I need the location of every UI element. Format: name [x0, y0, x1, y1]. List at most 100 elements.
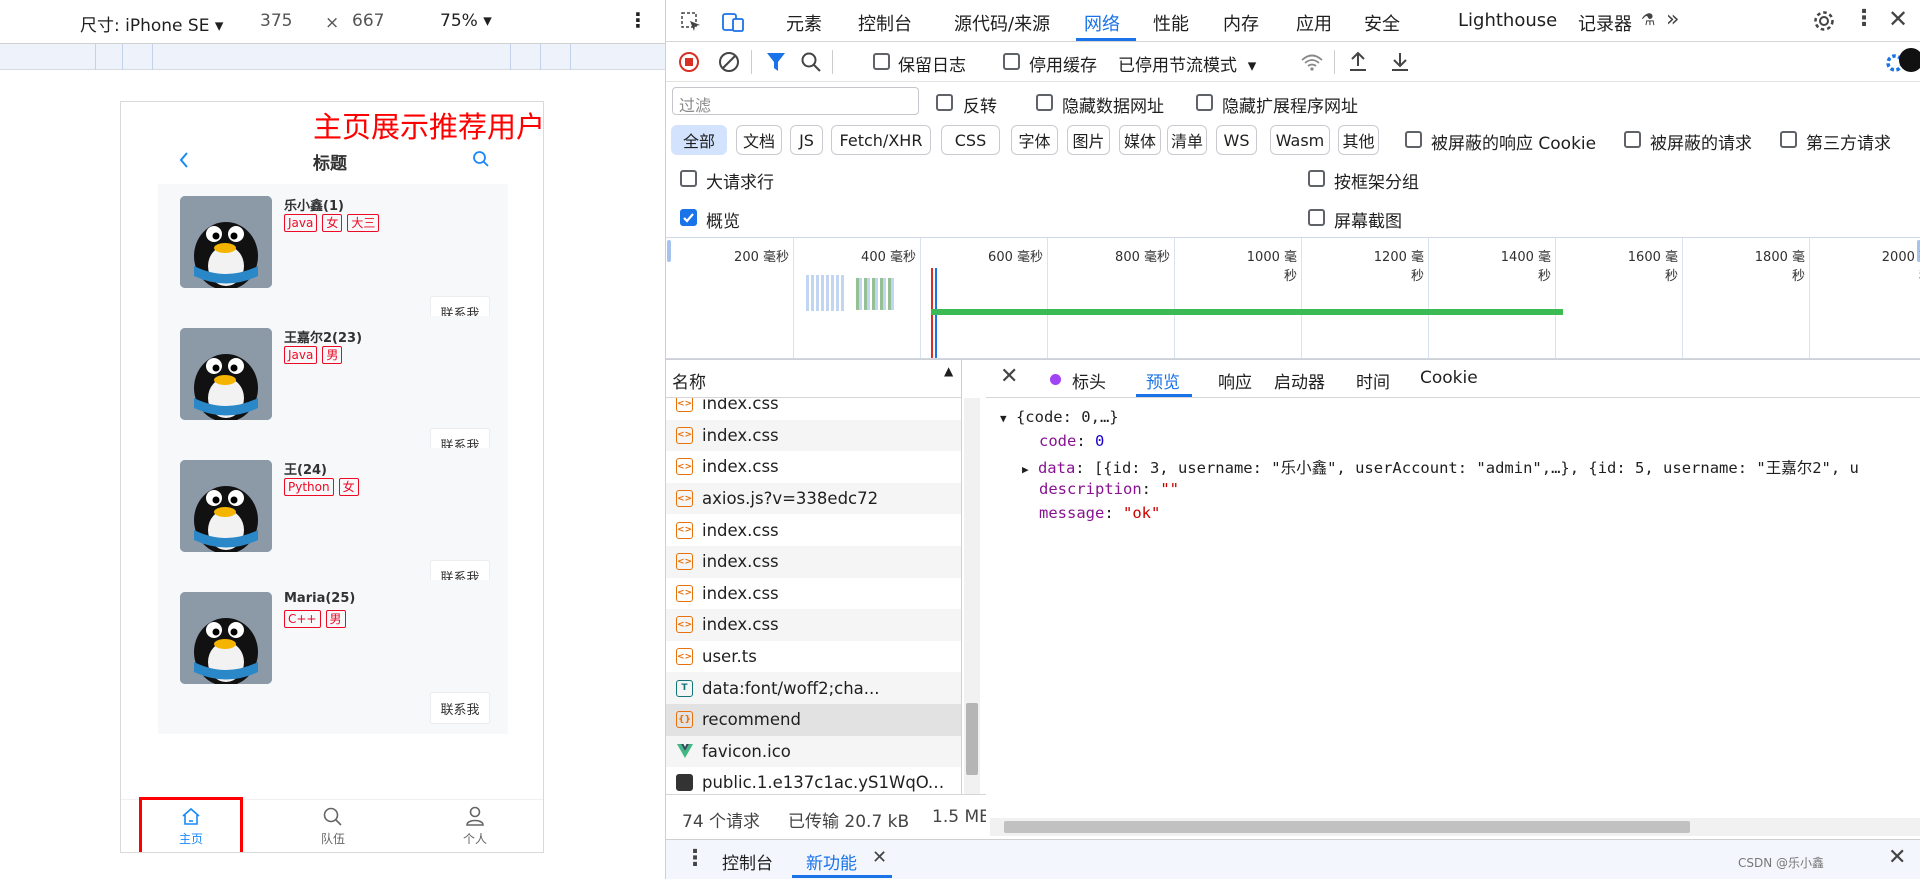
detail-tab[interactable]: 标头	[1072, 368, 1106, 393]
import-har-icon[interactable]	[1348, 50, 1368, 72]
phone-screen: 标题 主页展示推荐用户 乐小鑫(1) Java 女大三 联系我 王嘉尔2(23) Java…	[120, 101, 544, 853]
close-tab-icon[interactable]: ✕	[872, 847, 887, 868]
detail-tab[interactable]: 启动器	[1274, 368, 1325, 393]
devtools-tab[interactable]: 记录器	[1578, 10, 1632, 36]
type-filter-chip[interactable]: 全部	[671, 125, 727, 155]
contact-button[interactable]: 联系我	[430, 692, 490, 724]
request-row[interactable]: <> index.css	[666, 609, 961, 641]
disable-cache-label: 停用缓存	[1029, 56, 1097, 76]
name-column-header[interactable]: 名称 ▲	[666, 360, 962, 398]
request-row[interactable]: <> axios.js?v=338edc72	[666, 482, 961, 515]
type-filter-chip[interactable]: Wasm	[1270, 125, 1330, 155]
type-filter-chip[interactable]: 其他	[1338, 125, 1379, 155]
request-row[interactable]: <> index.css	[666, 419, 961, 452]
customize-menu-icon[interactable]: ⋮	[1853, 6, 1875, 31]
request-row[interactable]: Tdata:font/woff2;cha...	[666, 672, 961, 704]
blocked-requests-checkbox[interactable]	[1624, 131, 1641, 148]
type-filter-chip[interactable]: Fetch/XHR	[831, 125, 931, 155]
device-width-input[interactable]: 375	[260, 11, 292, 31]
device-select[interactable]: 尺寸: iPhone SE ▾	[80, 11, 223, 36]
json-root[interactable]: ▼ {code: 0,…}	[1000, 408, 1119, 426]
type-filter-chip[interactable]: 文档	[736, 125, 782, 155]
close-devtools-icon[interactable]: ✕	[1888, 5, 1908, 33]
drawer-tab-console[interactable]: 控制台	[722, 849, 773, 874]
type-filter-chip[interactable]: 清单	[1167, 125, 1207, 155]
devtools-tab[interactable]: 控制台	[858, 10, 912, 36]
device-height-input[interactable]: 667	[352, 11, 384, 31]
drawer-tab-whatsnew[interactable]: 新功能	[806, 849, 857, 874]
hide-ext-urls-checkbox[interactable]	[1196, 94, 1213, 111]
user-card: Maria(25) C++ 男联系我	[158, 580, 508, 734]
detail-tab[interactable]: 响应	[1218, 368, 1252, 393]
type-filter-chip[interactable]: JS	[790, 125, 823, 155]
third-party-checkbox[interactable]	[1780, 131, 1797, 148]
timeline-left-handle[interactable]	[667, 240, 671, 262]
more-tabs-icon[interactable]: »	[1666, 7, 1679, 32]
request-row[interactable]: <> index.css	[666, 514, 961, 546]
tab-profile[interactable]: 个人	[445, 806, 505, 847]
clear-icon[interactable]	[718, 51, 740, 73]
preview-h-scrollbar[interactable]	[990, 818, 1920, 836]
type-filter-chip[interactable]: CSS	[941, 125, 1000, 155]
tab-bar: 主页 队伍 个人	[121, 797, 543, 852]
request-row[interactable]: {} recommend	[666, 704, 961, 736]
close-drawer-icon[interactable]: ✕	[1888, 845, 1906, 870]
request-row[interactable]: <> index.css	[666, 398, 961, 420]
search-icon[interactable]	[800, 51, 822, 73]
overview-label: 概览	[706, 212, 740, 232]
devtools-tab[interactable]: 内存	[1223, 10, 1259, 36]
devtools-tab[interactable]: 元素	[786, 10, 822, 36]
drawer-menu-icon[interactable]: ⋮	[684, 846, 706, 871]
filter-funnel-icon[interactable]	[766, 51, 786, 73]
record-stop-icon[interactable]	[678, 51, 700, 73]
request-list-scrollbar[interactable]	[964, 398, 980, 794]
preserve-log-checkbox[interactable]	[873, 53, 890, 70]
devtools-tab[interactable]: Lighthouse	[1458, 10, 1557, 31]
throttle-select[interactable]: 已停用节流模式 ▾	[1118, 51, 1256, 76]
detail-tab[interactable]: Cookie	[1420, 368, 1478, 388]
request-row[interactable]: favicon.ico	[666, 735, 961, 768]
disable-cache-checkbox[interactable]	[1003, 53, 1020, 70]
type-filter-chip[interactable]: 图片	[1067, 125, 1110, 155]
devtools-tab[interactable]: 性能	[1153, 10, 1189, 36]
settings-gear-icon[interactable]	[1881, 48, 1920, 78]
search-icon[interactable]	[472, 150, 490, 168]
back-arrow-icon[interactable]	[178, 151, 190, 169]
overview-checkbox[interactable]	[680, 209, 697, 226]
timeline-tick-label: 400 毫秒	[861, 250, 916, 265]
devtools-tab[interactable]: 网络	[1084, 10, 1120, 36]
script-file-icon: <>	[676, 648, 693, 666]
screenshots-checkbox[interactable]	[1308, 209, 1325, 226]
device-toggle-icon[interactable]	[721, 11, 745, 33]
big-rows-checkbox[interactable]	[680, 170, 697, 187]
hide-data-urls-checkbox[interactable]	[1036, 94, 1053, 111]
blocked-cookies-checkbox[interactable]	[1405, 131, 1422, 148]
export-har-icon[interactable]	[1390, 50, 1410, 72]
type-filter-chip[interactable]: WS	[1216, 125, 1257, 155]
request-row[interactable]: <> index.css	[666, 577, 961, 610]
devtools-tab[interactable]: 源代码/来源	[954, 10, 1050, 36]
group-by-frame-checkbox[interactable]	[1308, 170, 1325, 187]
request-row[interactable]: public.1.e137c1ac.yS1WqOXfS...	[666, 767, 961, 794]
inspect-element-icon[interactable]	[680, 11, 702, 33]
request-row[interactable]: <> index.css	[666, 546, 961, 578]
zoom-select[interactable]: 75% ▾	[440, 11, 492, 31]
type-filter-chip[interactable]: 媒体	[1119, 125, 1161, 155]
tab-home[interactable]: 主页	[161, 806, 221, 847]
network-conditions-icon[interactable]	[1300, 52, 1324, 72]
more-options-icon[interactable]: ⋮	[628, 8, 648, 32]
request-row[interactable]: <> user.ts	[666, 640, 961, 673]
timeline-tick-label: 1800 毫秒	[1754, 250, 1805, 284]
json-data[interactable]: ▶ data: [{id: 3, username: "乐小鑫", userAc…	[1022, 456, 1859, 478]
tab-team[interactable]: 队伍	[303, 806, 363, 847]
request-row[interactable]: <> index.css	[666, 451, 961, 483]
devtools-tab[interactable]: 安全	[1364, 10, 1400, 36]
detail-tab[interactable]: 预览	[1146, 368, 1180, 393]
devtools-tab[interactable]: 应用	[1296, 10, 1332, 36]
invert-checkbox[interactable]	[936, 94, 953, 111]
settings-gear-icon[interactable]	[1813, 10, 1835, 32]
close-detail-icon[interactable]: ✕	[1000, 364, 1018, 389]
type-filter-chip[interactable]: 字体	[1011, 125, 1058, 155]
filter-input[interactable]: 过滤	[672, 87, 919, 115]
detail-tab[interactable]: 时间	[1356, 368, 1390, 393]
